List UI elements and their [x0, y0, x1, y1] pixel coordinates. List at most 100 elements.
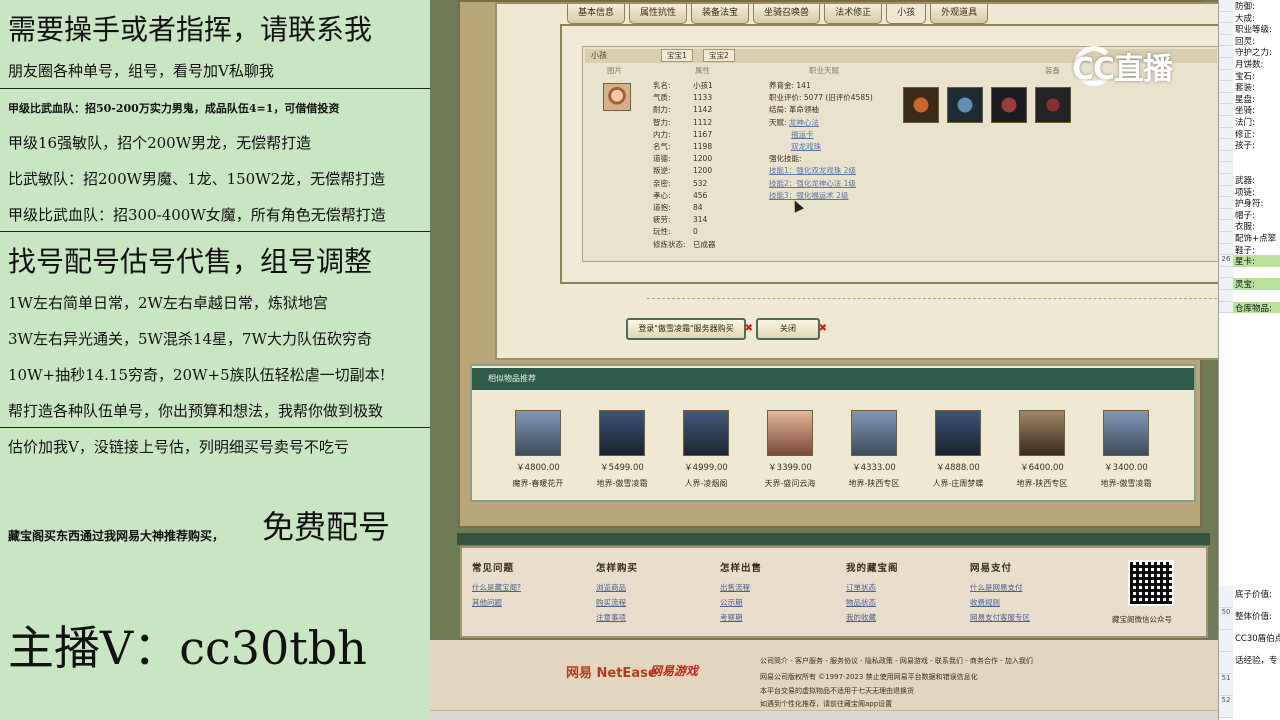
sheet-cell[interactable]: 灵宝: — [1233, 278, 1280, 290]
sheet-cell[interactable]: 孩子: — [1235, 139, 1255, 151]
row-number[interactable]: 52 — [1219, 696, 1233, 718]
row-number[interactable] — [1219, 81, 1233, 93]
row-number[interactable] — [1219, 266, 1233, 279]
footer-link[interactable]: 收费规则 — [970, 595, 1030, 610]
similar-item[interactable]: ￥4999.00 人界-凌烟阁 — [664, 410, 748, 489]
sheet-cell[interactable]: 职业等级: — [1235, 23, 1272, 35]
footer-link[interactable]: 其他问题 — [472, 595, 521, 610]
sheet-cell[interactable]: 回灵: — [1235, 35, 1255, 47]
skill-link[interactable]: 技能2：强化龙神心法 1级 — [769, 178, 873, 190]
similar-item[interactable]: ￥4333.00 地界-陕西专区 — [832, 410, 916, 489]
row-number[interactable] — [1219, 652, 1233, 674]
horizontal-scrollbar[interactable] — [430, 710, 1218, 720]
row-number[interactable] — [1219, 23, 1233, 35]
sheet-cell[interactable]: 仓库物品: — [1233, 301, 1280, 314]
sheet-cell[interactable]: 护身符: — [1235, 197, 1263, 209]
row-number[interactable] — [1219, 243, 1233, 256]
row-number[interactable] — [1219, 208, 1233, 221]
footer-link[interactable]: 我的收藏 — [846, 610, 899, 625]
tab-equipment[interactable]: 装备法宝 — [691, 4, 750, 24]
row-number[interactable]: 26 — [1219, 255, 1233, 267]
skill-link[interactable]: 技能3：强化福运术 2级 — [769, 190, 873, 202]
footer-link[interactable]: 什么是网易支付 — [970, 580, 1030, 595]
equip-slot-4[interactable] — [1035, 87, 1071, 123]
row-number[interactable] — [1219, 301, 1233, 314]
footer-link[interactable]: 注意事项 — [596, 610, 638, 625]
sheet-cell[interactable]: 大成: — [1235, 12, 1255, 24]
footer-link[interactable]: 购买流程 — [596, 595, 638, 610]
sheet-cell[interactable]: 防御: — [1235, 0, 1255, 12]
footer-link[interactable]: 物品状态 — [846, 595, 899, 610]
login-buy-button[interactable]: 登录"傲雪凌霜"服务器购买 ✖ — [626, 318, 753, 340]
tab-basic-info[interactable]: 基本信息 — [567, 4, 626, 24]
footer-link[interactable]: 考察期 — [720, 610, 762, 625]
row-number[interactable] — [1219, 278, 1233, 290]
similar-item[interactable]: ￥4888.00 人界-庄周梦蝶 — [916, 410, 1000, 489]
similar-item[interactable]: ￥3400.00 地界-傲雪凌霜 — [1084, 410, 1168, 489]
equip-slot-2[interactable] — [947, 87, 983, 123]
similar-item[interactable]: ￥6400.00 地界-陕西专区 — [1000, 410, 1084, 489]
sheet-cell[interactable]: 武器: — [1235, 174, 1255, 186]
row-number[interactable] — [1219, 139, 1233, 151]
tianfu-link[interactable]: 双龙戏珠 — [791, 142, 821, 151]
tianfu-link[interactable]: 福运卡 — [791, 130, 814, 139]
row-number[interactable] — [1219, 290, 1233, 302]
row-number[interactable] — [1219, 11, 1233, 24]
tab-resistance[interactable]: 属性抗性 — [629, 4, 688, 24]
sheet-cell[interactable]: 法门: — [1235, 116, 1255, 128]
similar-item[interactable]: ￥4800.00 魔界-春暖花开 — [496, 410, 580, 489]
similar-item[interactable]: ￥5499.00 地界-傲雪凌霜 — [580, 410, 664, 489]
row-number[interactable] — [1219, 174, 1233, 186]
row-number[interactable] — [1219, 34, 1233, 47]
footer-link[interactable]: 网易支付客服专区 — [970, 610, 1030, 625]
row-number[interactable] — [1219, 586, 1233, 608]
sheet-cell[interactable]: 宝石: — [1235, 70, 1255, 82]
tab-appearance[interactable]: 外观道具 — [930, 4, 989, 24]
row-number[interactable] — [1219, 46, 1233, 58]
row-number[interactable] — [1219, 116, 1233, 128]
row-number[interactable] — [1219, 150, 1233, 163]
footer-link[interactable]: 订单状态 — [846, 580, 899, 595]
sheet-cell[interactable]: 星盘: — [1235, 93, 1255, 105]
sheet-cell[interactable]: 坐骑: — [1235, 104, 1255, 116]
row-number[interactable]: 51 — [1219, 674, 1233, 696]
sheet-cell[interactable]: 守护之力: — [1235, 46, 1272, 58]
bottom-links[interactable]: 公司简介 - 客户服务 - 服务协议 - 隐私政策 - 网易游戏 - 联系我们 … — [760, 656, 1033, 666]
sheet-cell[interactable]: 底子价值: — [1235, 588, 1272, 600]
sheet-cell[interactable]: 衣服: — [1235, 220, 1255, 232]
row-number[interactable] — [1219, 127, 1233, 140]
equip-slot-3[interactable] — [991, 87, 1027, 123]
equip-slot-1[interactable] — [903, 87, 939, 123]
tab-spell[interactable]: 法术修正 — [824, 4, 883, 24]
row-number[interactable] — [1219, 232, 1233, 244]
sheet-cell[interactable]: CC30盾伯点 — [1235, 632, 1280, 644]
sheet-cell[interactable]: 星卡: — [1233, 255, 1280, 267]
row-number[interactable] — [1219, 630, 1233, 652]
footer-link[interactable]: 浏览商品 — [596, 580, 638, 595]
tab-mount[interactable]: 坐骑召唤兽 — [753, 4, 821, 24]
sheet-cell[interactable]: 整体价值: — [1235, 610, 1272, 622]
row-number[interactable] — [1219, 92, 1233, 105]
footer-link[interactable]: 出售流程 — [720, 580, 762, 595]
row-number[interactable] — [1219, 162, 1233, 174]
skill-link[interactable]: 技能1：强化双龙戏珠 2级 — [769, 165, 873, 177]
row-number[interactable]: 50 — [1219, 608, 1233, 630]
row-number[interactable] — [1219, 58, 1233, 70]
close-button[interactable]: 关闭 ✖ — [756, 318, 827, 340]
footer-link[interactable]: 什么是藏宝阁? — [472, 580, 521, 595]
tianfu-link[interactable]: 龙神心法 — [789, 118, 819, 127]
similar-item[interactable]: ￥3399.00 天界-盛问云海 — [748, 410, 832, 489]
row-number[interactable] — [1219, 104, 1233, 116]
row-number[interactable] — [1219, 0, 1233, 12]
row-number[interactable] — [1219, 69, 1233, 82]
row-number[interactable] — [1219, 185, 1233, 198]
row-number[interactable] — [1219, 220, 1233, 232]
sheet-cell[interactable]: 月饼数: — [1235, 58, 1263, 70]
sheet-cell[interactable]: 套装: — [1235, 81, 1255, 93]
sheet-cell[interactable]: 鞋子: — [1235, 244, 1255, 256]
sheet-cell[interactable]: 帽子: — [1235, 209, 1255, 221]
subtab-baby-1[interactable]: 宝宝1 — [661, 49, 693, 62]
sheet-cell[interactable]: 修正: — [1235, 128, 1255, 140]
tab-child[interactable]: 小孩 — [886, 4, 927, 24]
sheet-cell[interactable]: 话经验，专 — [1235, 654, 1278, 666]
